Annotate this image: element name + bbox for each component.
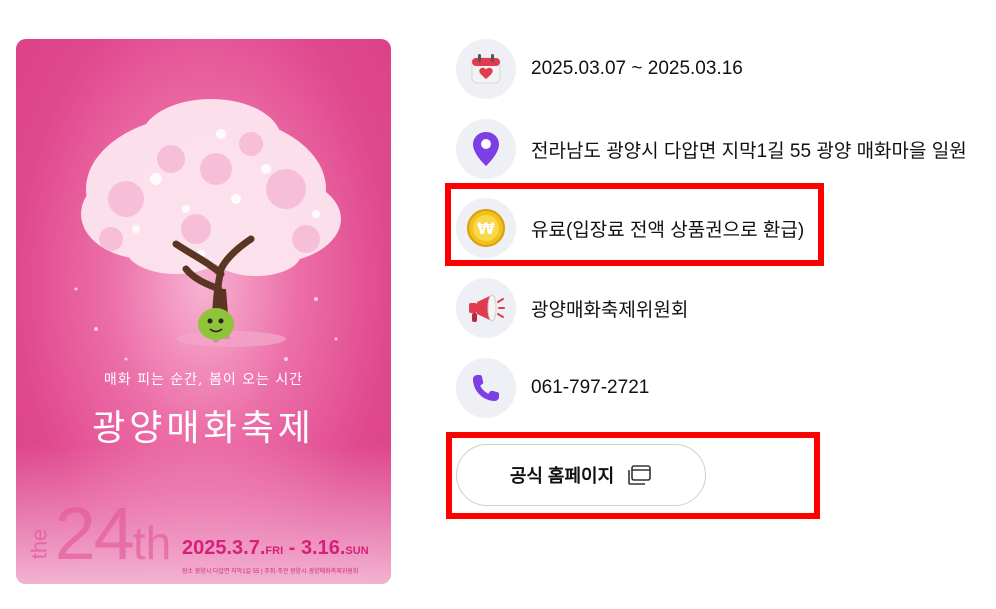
poster-edition: the24th (24, 491, 171, 576)
poster-date-start: 2025.3.7. (182, 537, 266, 559)
poster-date-sep: - (283, 537, 301, 559)
poster-dates: 2025.3.7.FRI - 3.16.SUN (182, 537, 369, 560)
poster-day-start: FRI (265, 545, 284, 557)
megaphone-icon (456, 278, 516, 338)
date-text: 2025.03.07 ~ 2025.03.16 (531, 58, 743, 79)
festival-poster: 매화 피는 순간, 봄이 오는 시간 광양매화축제 the24th 2025.3… (16, 39, 391, 584)
info-row-address: 전라남도 광양시 다압면 지막1길 55 광양 매화마을 일원 (456, 119, 967, 179)
info-row-date: 2025.03.07 ~ 2025.03.16 (456, 39, 743, 99)
poster-subtitle: 매화 피는 순간, 봄이 오는 시간 (103, 372, 304, 388)
organizer-text: 광양매화축제위원회 (531, 299, 689, 321)
edition-suffix: th (132, 517, 172, 569)
calendar-heart-icon (456, 39, 516, 99)
poster-date-end: 3.16. (300, 537, 346, 559)
poster-title: 광양매화축제 (92, 408, 315, 449)
info-row-phone: 061-797-2721 (456, 358, 649, 418)
fee-highlight-box (445, 183, 824, 266)
homepage-highlight-box (446, 432, 820, 519)
mascot-figure (198, 308, 234, 340)
edition-number: 24 (54, 492, 135, 575)
poster-day-end: SUN (345, 545, 369, 557)
poster-footer: 장소 광양시 다압면 지막1길 55 | 주최·주관 광양시·광양매화축제위원회 (182, 569, 359, 575)
info-row-organizer: 광양매화축제위원회 (456, 278, 688, 338)
edition-the: the (26, 528, 52, 560)
location-pin-icon (456, 119, 516, 179)
phone-icon (456, 358, 516, 418)
address-text: 전라남도 광양시 다압면 지막1길 55 광양 매화마을 일원 (531, 140, 967, 162)
phone-text: 061-797-2721 (531, 377, 650, 398)
